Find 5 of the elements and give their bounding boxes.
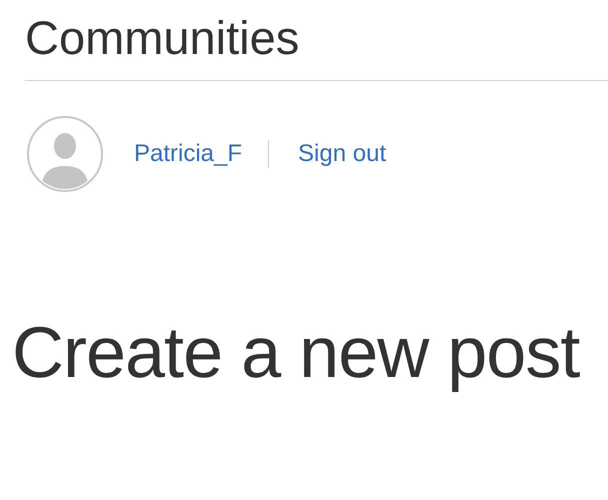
sign-out-link[interactable]: Sign out: [298, 140, 386, 168]
page-title: Communities: [25, 10, 300, 66]
avatar-icon: [27, 116, 103, 192]
page-heading: Create a new post: [12, 314, 580, 394]
username-link[interactable]: Patricia_F: [134, 140, 242, 168]
